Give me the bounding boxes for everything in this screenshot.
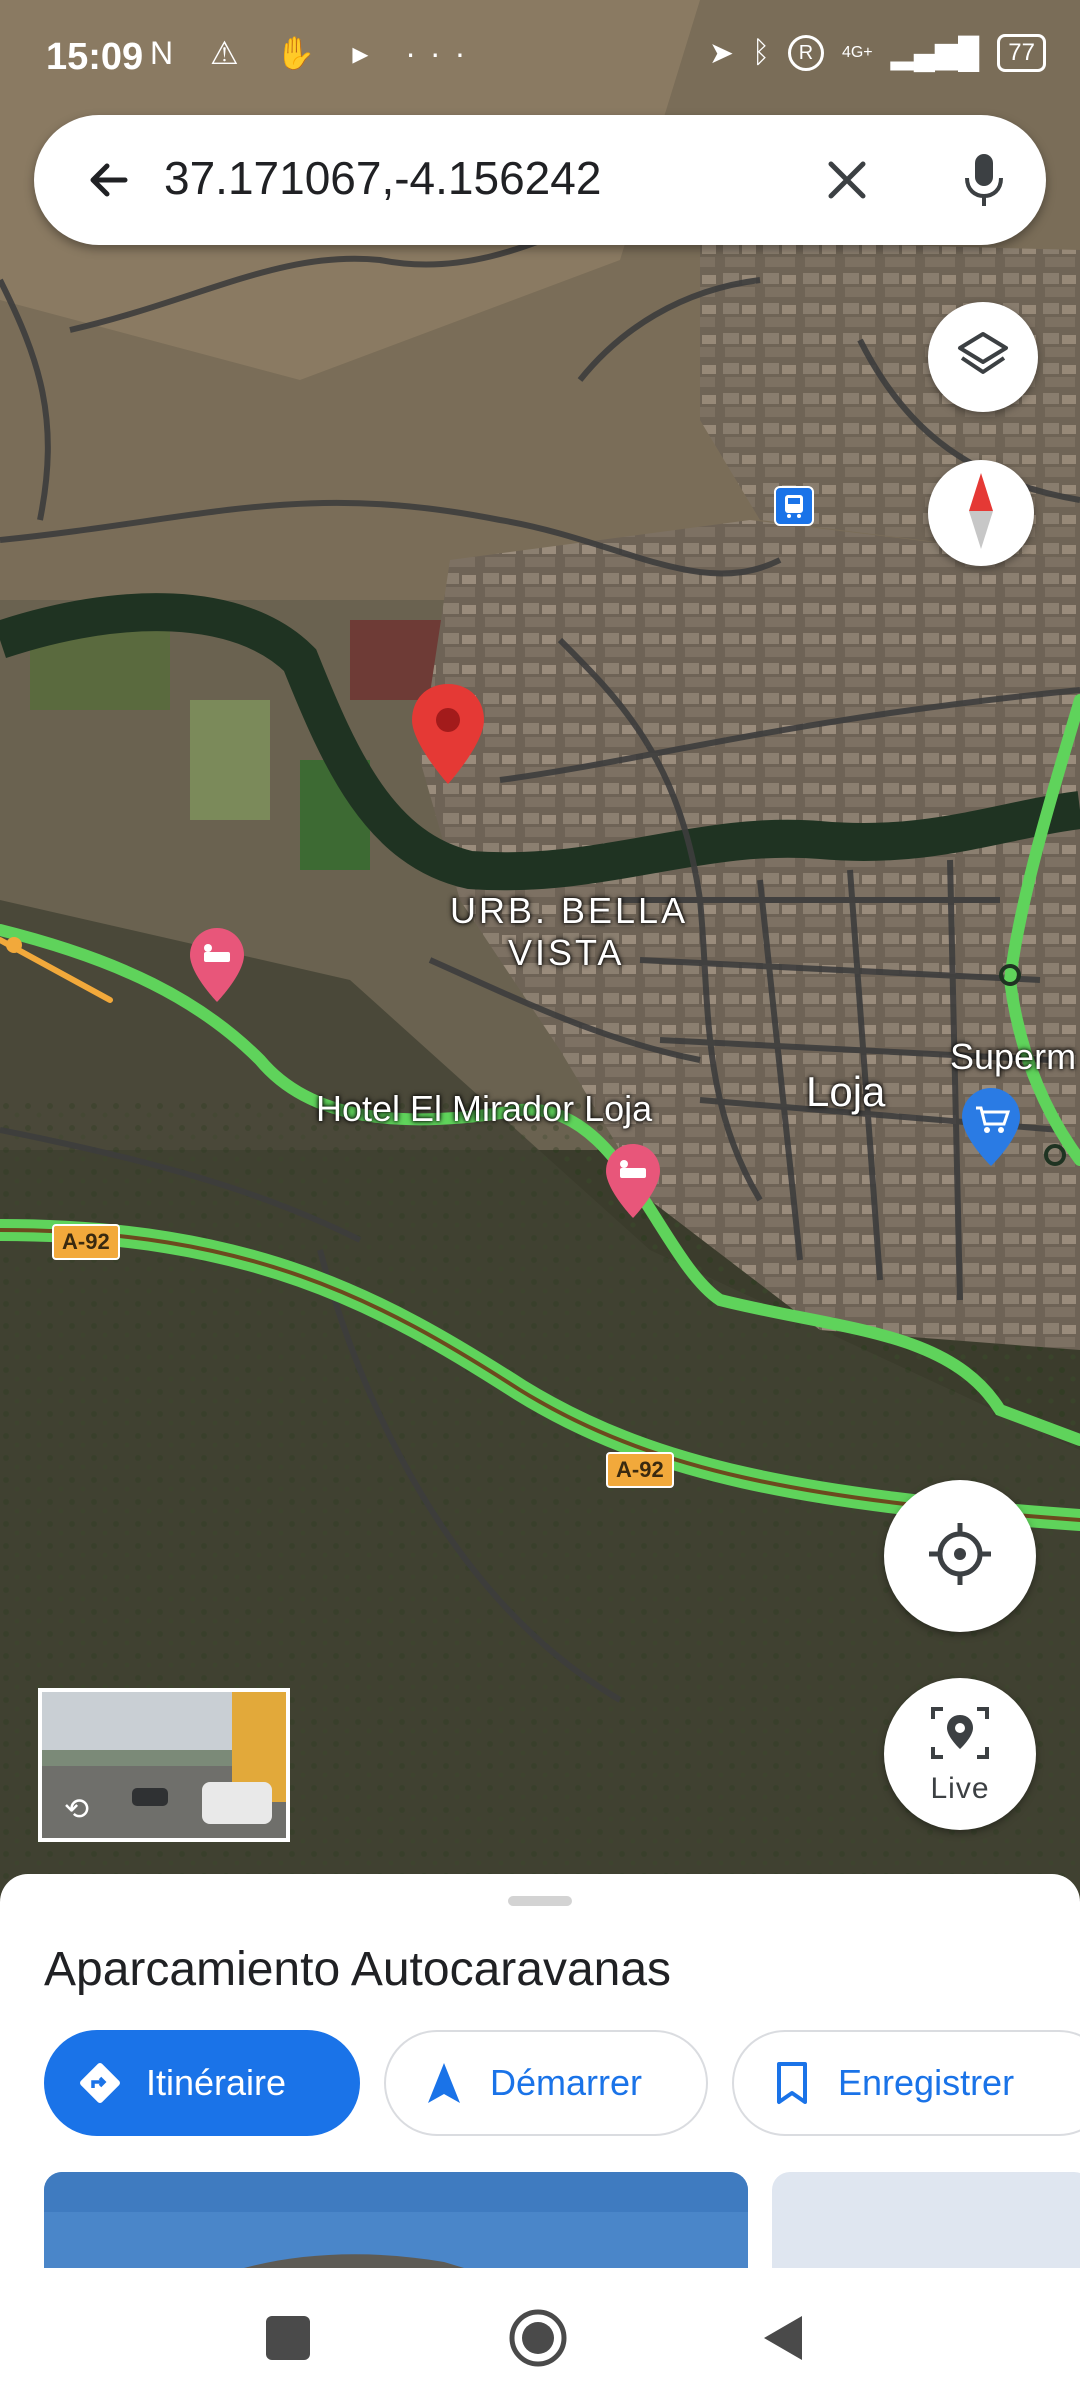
bluetooth-icon: ᛒ [751, 36, 770, 69]
bus-stop-icon[interactable] [774, 486, 814, 526]
place-title: Aparcamiento Autocaravanas [44, 1943, 672, 1996]
place-photo[interactable] [44, 2172, 748, 2268]
directions-label: Itinéraire [146, 2062, 287, 2103]
hotel-label[interactable]: Hotel El Mirador Loja [316, 1088, 652, 1130]
notification-icons: N ⚠ ✋ ▸ ··· [150, 35, 480, 71]
back-button[interactable] [758, 2312, 808, 2364]
supermarket-label[interactable]: Superm [950, 1036, 1076, 1078]
hotel-pin-icon[interactable] [188, 926, 246, 1004]
hotel-pin-icon[interactable] [604, 1142, 662, 1220]
supermarket-pin-icon[interactable] [960, 1086, 1022, 1168]
home-button[interactable] [506, 2306, 570, 2370]
neighborhood-label: URB. BELLA [450, 890, 689, 931]
status-bar: 15:09 N ⚠ ✋ ▸ ··· ➤ ᛒ R 4G+ ▂▄▆█ 77 [0, 0, 1080, 110]
road-shield: A-92 [606, 1452, 674, 1488]
network-type: 4G+ [841, 44, 873, 61]
location-pin-icon[interactable] [408, 680, 488, 790]
clock: 15:09 [46, 36, 144, 78]
compass-button[interactable] [928, 460, 1034, 566]
start-navigation-button[interactable]: Démarrer [384, 2030, 708, 2136]
drag-handle[interactable] [508, 1896, 572, 1906]
roaming-icon: R [787, 35, 824, 71]
crosshair-icon [927, 1521, 993, 1592]
search-query[interactable]: 37.171067,-4.156242 [164, 151, 601, 205]
layers-icon [956, 328, 1010, 387]
my-location-button[interactable] [884, 1480, 1036, 1632]
directions-button[interactable]: Itinéraire [44, 2030, 360, 2136]
360-rotate-icon: ⟲ [64, 1793, 90, 1826]
search-bar[interactable]: 37.171067,-4.156242 [34, 115, 1046, 245]
street-view-thumbnail[interactable]: ⟲ [38, 1688, 290, 1842]
live-view-button[interactable]: Live [884, 1678, 1036, 1830]
microphone-icon[interactable] [949, 145, 1019, 215]
navigation-arrow-icon [422, 2061, 466, 2105]
bookmark-icon [770, 2061, 814, 2105]
battery-icon: 77 [997, 34, 1046, 72]
neighborhood-label: VISTA [508, 932, 625, 973]
back-arrow-icon[interactable] [76, 147, 142, 213]
recent-apps-button[interactable] [266, 2316, 310, 2360]
layers-button[interactable] [928, 302, 1038, 412]
start-label: Démarrer [490, 2062, 643, 2103]
live-label: Live [930, 1771, 990, 1805]
location-arrow-icon: ➤ [708, 36, 734, 70]
live-view-icon [929, 1703, 991, 1768]
system-icons: ➤ ᛒ R 4G+ ▂▄▆█ 77 [709, 34, 1046, 72]
road-shield: A-92 [52, 1224, 120, 1260]
compass-icon [961, 471, 1001, 556]
close-icon[interactable] [814, 147, 880, 213]
directions-icon [78, 2061, 122, 2105]
signal-icon: ▂▄▆█ [890, 36, 980, 70]
city-label: Loja [806, 1068, 886, 1115]
system-navigation-bar [0, 2270, 1080, 2400]
save-button[interactable]: Enregistrer [732, 2030, 1080, 2136]
place-photo[interactable] [772, 2172, 1080, 2268]
save-label: Enregistrer [838, 2062, 1015, 2103]
